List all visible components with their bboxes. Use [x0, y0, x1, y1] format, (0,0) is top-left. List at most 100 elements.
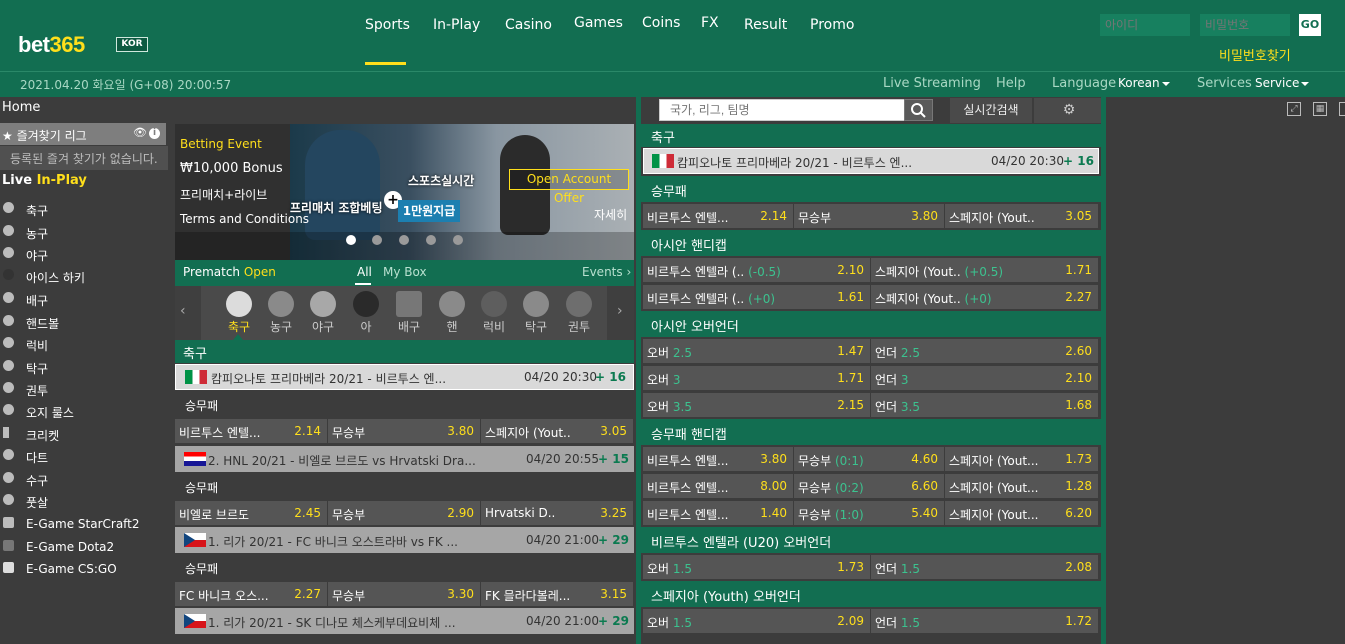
- search-input[interactable]: [659, 99, 905, 121]
- strip-left-button[interactable]: [175, 286, 201, 340]
- match-row[interactable]: 캄피오나토 프리마베라 20/21 - 비르투스 엔... 04/20 20:3…: [175, 364, 634, 390]
- id-input[interactable]: [1100, 14, 1190, 36]
- sidebar-item-tabletennis[interactable]: 탁구: [0, 356, 168, 378]
- region-badge[interactable]: KOR: [116, 37, 148, 52]
- carousel-dot-2[interactable]: [372, 235, 382, 245]
- carousel-dot-1[interactable]: [346, 235, 356, 245]
- strip-label-rugby[interactable]: 럭비: [474, 318, 514, 335]
- odd-cell[interactable]: 언더 2.5 2.60: [871, 339, 1099, 363]
- sidebar-item-futsal[interactable]: 풋살: [0, 490, 168, 512]
- tab-all[interactable]: All: [357, 265, 372, 279]
- help-link[interactable]: Help: [996, 76, 1026, 91]
- sidebar-item-cricket[interactable]: 크리켓: [0, 423, 168, 445]
- odd-cell[interactable]: 스페지아 (Yout.. (+0.5) 1.71: [871, 258, 1099, 282]
- strip-label-handball[interactable]: 핸: [432, 318, 472, 335]
- events-link[interactable]: Events ›: [582, 265, 631, 279]
- odd-cell[interactable]: 오버 3.5 2.15: [643, 393, 871, 417]
- right-match-header[interactable]: 캄피오나토 프리마베라 20/21 - 비르투스 엔... 04/20 20:3…: [643, 148, 1099, 174]
- odd-cell[interactable]: 무승부 3.30: [328, 582, 481, 606]
- odd-cell[interactable]: 오버 2.5 1.47: [643, 339, 871, 363]
- odd-cell[interactable]: FC 바니크 오스... 2.27: [175, 582, 328, 606]
- nav-games[interactable]: Games: [574, 15, 623, 35]
- volleyball-net-icon[interactable]: [396, 291, 422, 317]
- hockey-puck-icon[interactable]: [353, 291, 379, 317]
- odd-cell[interactable]: 무승부 3.80: [794, 204, 945, 228]
- carousel-dot-4[interactable]: [426, 235, 436, 245]
- sidebar-item-dota2[interactable]: E-Game Dota2: [0, 536, 168, 558]
- odd-cell[interactable]: 스페지아 (Yout.. 3.05: [481, 419, 634, 443]
- sidebar-item-starcraft2[interactable]: E-Game StarCraft2: [0, 513, 168, 535]
- info-icon[interactable]: i: [149, 128, 160, 139]
- search-button[interactable]: [904, 99, 933, 121]
- brand-logo[interactable]: bet365: [18, 32, 85, 58]
- basketball-icon[interactable]: [268, 291, 294, 317]
- password-input[interactable]: [1200, 14, 1290, 36]
- settings-button[interactable]: ⚙: [1034, 98, 1104, 123]
- eye-icon[interactable]: 👁: [133, 126, 147, 139]
- sidebar-item-boxing[interactable]: 권투: [0, 378, 168, 400]
- nav-casino[interactable]: Casino: [505, 17, 552, 37]
- odd-cell[interactable]: 비르투스 엔텔라 (.. (-0.5) 2.10: [643, 258, 871, 282]
- strip-label-volleyball[interactable]: 배구: [389, 318, 429, 335]
- baseball-icon[interactable]: [310, 291, 336, 317]
- match-more-count[interactable]: + 15: [598, 452, 629, 466]
- sidebar-item-csgo[interactable]: E-Game CS:GO: [0, 558, 168, 580]
- odd-cell[interactable]: 무승부 3.80: [328, 419, 481, 443]
- live-search-button[interactable]: 실시간검색: [950, 98, 1032, 123]
- odd-cell[interactable]: 비엘로 브르도 2.45: [175, 501, 328, 525]
- sidebar-item-rugby[interactable]: 럭비: [0, 333, 168, 355]
- odd-cell[interactable]: 비르투스 엔텔... 8.00: [643, 474, 794, 498]
- odd-cell[interactable]: 언더 3 2.10: [871, 366, 1099, 390]
- rugby-ball-icon[interactable]: [481, 291, 507, 317]
- nav-result[interactable]: Result: [744, 17, 787, 37]
- odd-cell[interactable]: Hrvatski D.. 3.25: [481, 501, 634, 525]
- odd-cell[interactable]: 비르투스 엔텔... 2.14: [175, 419, 328, 443]
- carousel-dot-3[interactable]: [399, 235, 409, 245]
- live-streaming-link[interactable]: Live Streaming: [883, 76, 981, 91]
- nav-coins[interactable]: Coins: [642, 15, 680, 35]
- match-more-count[interactable]: + 29: [598, 614, 629, 628]
- handball-icon[interactable]: [439, 291, 465, 317]
- service-select[interactable]: Service: [1255, 76, 1310, 90]
- odd-cell[interactable]: 스페지아 (Yout... 1.73: [945, 447, 1099, 471]
- strip-label-boxing[interactable]: 권투: [559, 318, 599, 335]
- odd-cell[interactable]: 무승부 (1:0) 5.40: [794, 501, 945, 525]
- odd-cell[interactable]: 비르투스 엔텔... 1.40: [643, 501, 794, 525]
- match-more-count[interactable]: + 16: [1063, 154, 1094, 168]
- home-link[interactable]: Home: [2, 100, 40, 115]
- odd-cell[interactable]: 무승부 (0:2) 6.60: [794, 474, 945, 498]
- menu-icon[interactable]: [1339, 102, 1345, 116]
- match-more-count[interactable]: + 16: [595, 370, 626, 384]
- strip-label-tabletennis[interactable]: 탁구: [516, 318, 556, 335]
- odd-cell[interactable]: 스페지아 (Yout.. (+0) 2.27: [871, 285, 1099, 309]
- sidebar-item-soccer[interactable]: 축구: [0, 198, 168, 220]
- chevron-left-icon[interactable]: ‹: [180, 303, 186, 319]
- nav-inplay[interactable]: In-Play: [433, 17, 480, 37]
- chevron-right-icon[interactable]: ›: [617, 303, 623, 319]
- odd-cell[interactable]: 비르투스 엔텔... 3.80: [643, 447, 794, 471]
- odd-cell[interactable]: 오버 1.5 1.73: [643, 555, 871, 579]
- odd-cell[interactable]: 무승부 (0:1) 4.60: [794, 447, 945, 471]
- expand-icon[interactable]: ⤢: [1287, 102, 1301, 116]
- banner-detail-link[interactable]: 자세히: [594, 206, 627, 223]
- nav-promo[interactable]: Promo: [810, 17, 854, 37]
- calculator-icon[interactable]: ▦: [1313, 102, 1327, 116]
- boxing-glove-icon[interactable]: [566, 291, 592, 317]
- odd-cell[interactable]: 언더 1.5 2.08: [871, 555, 1099, 579]
- soccer-ball-icon[interactable]: [226, 291, 252, 317]
- sidebar-item-basketball[interactable]: 농구: [0, 221, 168, 243]
- odd-cell[interactable]: 비르투스 엔텔... 2.14: [643, 204, 794, 228]
- sidebar-item-icehockey[interactable]: 아이스 하키: [0, 265, 168, 287]
- tab-mybox[interactable]: My Box: [383, 265, 427, 279]
- match-more-count[interactable]: + 29: [598, 533, 629, 547]
- odd-cell[interactable]: 오버 3 1.71: [643, 366, 871, 390]
- table-tennis-icon[interactable]: [523, 291, 549, 317]
- match-row[interactable]: 2. HNL 20/21 - 비엘로 브르도 vs Hrvatski Dra..…: [175, 446, 634, 472]
- strip-label-baseball[interactable]: 야구: [303, 318, 343, 335]
- sidebar-item-aussierules[interactable]: 오지 룰스: [0, 400, 168, 422]
- find-password-link[interactable]: 비밀번호찾기: [1219, 45, 1291, 64]
- match-row[interactable]: 1. 리가 20/21 - SK 디나모 체스케부데요비체 ... 04/20 …: [175, 608, 634, 634]
- strip-label-basketball[interactable]: 농구: [261, 318, 301, 335]
- open-account-offer-button[interactable]: Open Account Offer: [509, 169, 629, 205]
- strip-label-hockey[interactable]: 아: [346, 318, 386, 335]
